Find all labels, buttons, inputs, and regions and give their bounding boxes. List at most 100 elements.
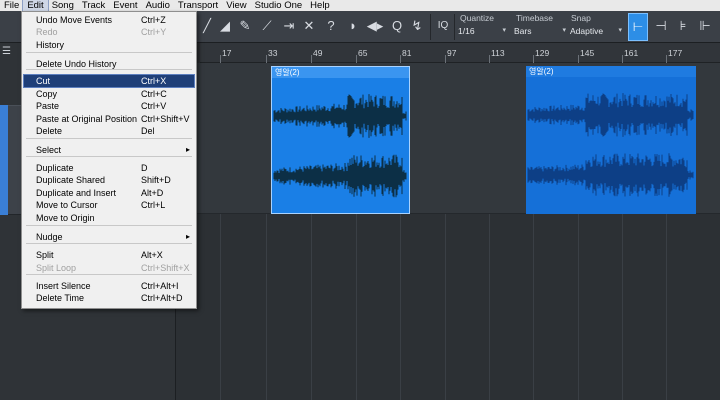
menu-item-split[interactable]: Split Alt+X	[24, 249, 194, 261]
menu-item-redo[interactable]: Redo Ctrl+Y	[24, 26, 194, 38]
mute-tool-icon[interactable]: ✕	[300, 17, 318, 35]
menu-item-split-loop[interactable]: Split Loop Ctrl+Shift+X	[24, 262, 194, 274]
menu-separator	[26, 225, 192, 226]
ruler-tick-label: 161	[624, 48, 639, 58]
menu-separator	[26, 138, 192, 139]
menu-help[interactable]: Help	[306, 0, 334, 11]
listen-tool-icon[interactable]: ◀▸	[366, 17, 384, 35]
ruler-tick-mark	[622, 55, 623, 63]
menu-track[interactable]: Track	[78, 0, 109, 11]
snap-toggle-button[interactable]: ⊢	[628, 13, 648, 41]
menu-item-label: Cut	[36, 76, 51, 86]
waveform-channel	[273, 154, 407, 198]
range-tool-icon[interactable]: ⟋	[258, 17, 276, 35]
ruler-tick-label: 129	[535, 48, 550, 58]
menu-view[interactable]: View	[222, 0, 250, 11]
clip-name: 영알(2)	[526, 66, 696, 77]
audio-waveform	[273, 94, 407, 198]
menu-item-copy[interactable]: Copy Ctrl+C	[24, 88, 194, 100]
snap-loop-icon[interactable]: ⊩	[696, 17, 714, 35]
timebase-select[interactable]: Bars ▾	[514, 26, 566, 38]
help-icon[interactable]: ?	[322, 17, 340, 35]
ruler-tick-label: 81	[402, 48, 412, 58]
menu-item-shortcut: D	[141, 163, 148, 173]
audio-event-clip[interactable]: 영알(2)	[526, 66, 696, 214]
menu-item-label: Move to Cursor	[36, 200, 98, 210]
chevron-down-icon: ▾	[502, 27, 506, 34]
ruler-tick-mark	[220, 55, 221, 63]
ruler-tick-mark	[400, 55, 401, 63]
menu-event[interactable]: Event	[109, 0, 141, 11]
quantize-label: Quantize	[460, 13, 495, 23]
menu-item-duplicate-shared[interactable]: Duplicate Shared Shift+D	[24, 174, 194, 186]
menu-separator	[26, 52, 192, 53]
list-icon[interactable]: ☰	[2, 47, 14, 57]
menu-item-undo[interactable]: Undo Move Events Ctrl+Z	[24, 14, 194, 26]
menu-separator	[26, 69, 192, 70]
menu-transport[interactable]: Transport	[174, 0, 222, 11]
quantize-value: 1/16	[458, 26, 475, 36]
menu-item-move-to-cursor[interactable]: Move to Cursor Ctrl+L	[24, 199, 194, 211]
snap-to-events-icon[interactable]: ⊣	[652, 17, 670, 35]
waveform-channel	[527, 153, 694, 197]
menu-item-shortcut: Ctrl+Alt+I	[141, 281, 179, 291]
menu-item-delete[interactable]: Delete Del	[24, 125, 194, 137]
ruler-tick-mark	[445, 55, 446, 63]
timebase-label: Timebase	[516, 13, 554, 23]
menu-item-shortcut: Ctrl+Alt+D	[141, 293, 183, 303]
menu-item-label: Duplicate	[36, 163, 74, 173]
menu-item-paste[interactable]: Paste Ctrl+V	[24, 100, 194, 112]
ruler-tick-label: 113	[491, 48, 505, 58]
audio-bend-icon[interactable]: ↯	[408, 17, 426, 35]
snap-cursor-icon[interactable]: ⊧	[674, 17, 692, 35]
menu-item-label: Delete Time	[36, 293, 85, 303]
menu-item-label: Duplicate Shared	[36, 175, 106, 185]
menu-item-cut[interactable]: Cut Ctrl+X	[23, 74, 195, 88]
snap-grid-icon: ⊢	[632, 20, 644, 34]
menu-item-duplicate[interactable]: Duplicate D	[24, 162, 194, 174]
paint-tool-icon[interactable]: ✎	[236, 17, 254, 35]
ruler-tick-mark	[578, 55, 579, 63]
menu-separator	[26, 156, 192, 157]
edit-menu-dropdown: Undo Move Events Ctrl+Z Redo Ctrl+Y History D…	[21, 11, 197, 309]
bend-tool-icon[interactable]: ◗	[344, 17, 362, 35]
menu-item-label: Split	[36, 250, 54, 260]
ruler-tick-mark	[311, 55, 312, 63]
menu-item-insert-silence[interactable]: Insert Silence Ctrl+Alt+I	[24, 280, 194, 292]
menu-item-move-to-origin[interactable]: Move to Origin	[24, 212, 194, 224]
waveform-channel	[527, 93, 694, 137]
timeline-ruler[interactable]: 17 33 49 65 81 97 113 129 145 161 177	[200, 43, 720, 63]
chevron-down-icon: ▾	[618, 27, 622, 34]
eraser-tool-icon[interactable]: ◢	[216, 17, 234, 35]
menu-item-history[interactable]: History	[24, 39, 194, 51]
menu-song[interactable]: Song	[48, 0, 78, 11]
ruler-tick-mark	[266, 55, 267, 63]
split-tool-icon[interactable]: ⇥	[280, 17, 298, 35]
menu-audio[interactable]: Audio	[142, 0, 174, 11]
menu-item-label: Duplicate and Insert	[36, 188, 117, 198]
menu-item-nudge[interactable]: Nudge ▸	[24, 231, 194, 243]
zoom-tool-icon[interactable]: Q	[388, 17, 406, 35]
waveform-channel	[273, 94, 407, 138]
menu-bar: File Edit Song Track Event Audio Transpo…	[0, 0, 720, 12]
menu-item-label: Undo Move Events	[36, 15, 113, 25]
quantize-select[interactable]: 1/16 ▾	[458, 26, 506, 38]
pencil-tool-icon[interactable]: ╱	[198, 17, 216, 35]
ruler-tick-mark	[356, 55, 357, 63]
menu-studio-one[interactable]: Studio One	[251, 0, 307, 11]
snap-value: Adaptive	[570, 26, 604, 36]
menu-item-paste-at-original-position[interactable]: Paste at Original Position Ctrl+Shift+V	[24, 113, 194, 125]
menu-edit[interactable]: Edit	[22, 0, 49, 12]
menu-item-select[interactable]: Select ▸	[24, 144, 194, 156]
chevron-down-icon: ▾	[562, 27, 566, 34]
menu-item-label: Insert Silence	[36, 281, 91, 291]
snap-select[interactable]: Adaptive ▾	[570, 26, 622, 38]
audio-event-clip[interactable]: 영알(2)	[271, 66, 410, 214]
menu-item-shortcut: Ctrl+L	[141, 200, 166, 210]
iq-button[interactable]: IQ	[434, 17, 452, 35]
menu-item-shortcut: Ctrl+V	[141, 101, 167, 111]
menu-item-duplicate-and-insert[interactable]: Duplicate and Insert Alt+D	[24, 187, 194, 199]
submenu-arrow-icon: ▸	[185, 232, 190, 241]
menu-item-delete-time[interactable]: Delete Time Ctrl+Alt+D	[24, 292, 194, 304]
menu-file[interactable]: File	[0, 0, 23, 11]
